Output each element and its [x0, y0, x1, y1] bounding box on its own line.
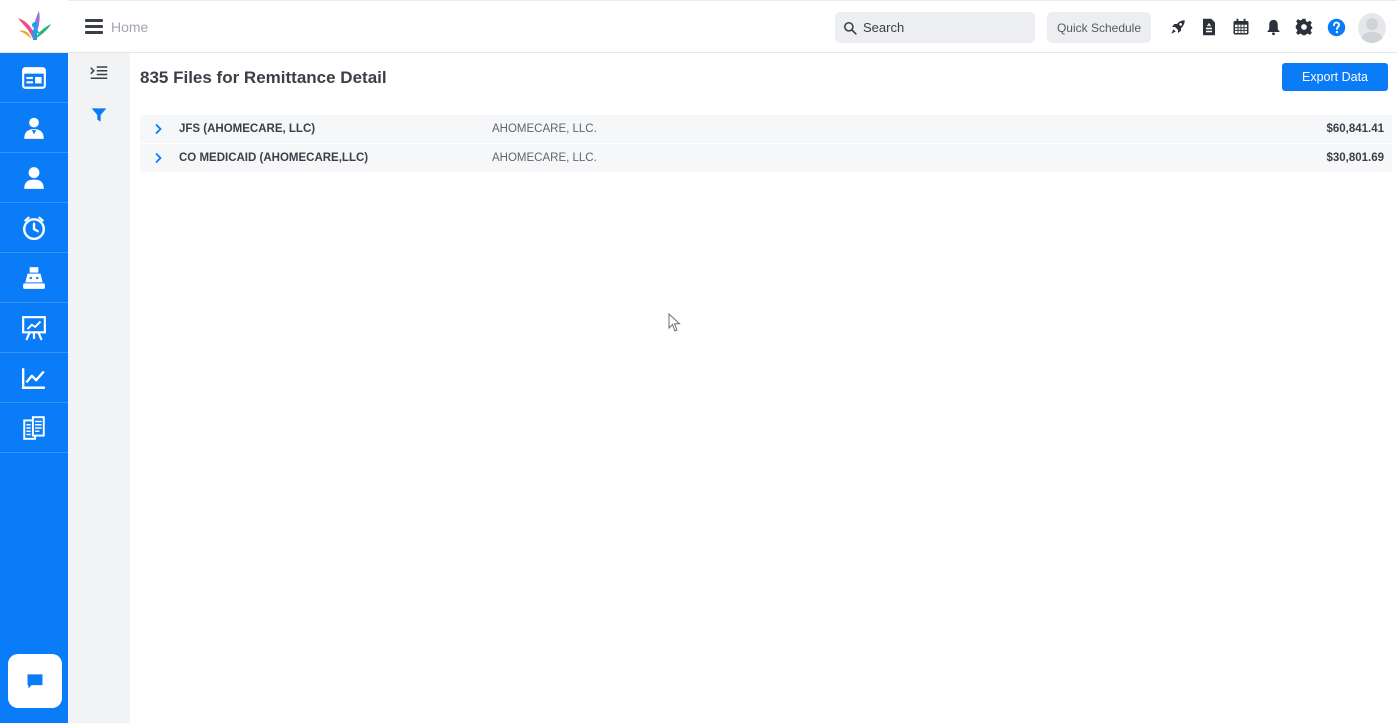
organization-name: AHOMECARE, LLC. — [492, 123, 597, 135]
top-bar: Home Quick Schedule — [68, 0, 1397, 53]
remittance-amount: $60,841.41 — [1326, 123, 1384, 135]
presentation-icon — [22, 315, 46, 340]
organization-name: AHOMECARE, LLC. — [492, 152, 597, 164]
remittance-list: JFS (AHOMECARE, LLC) AHOMECARE, LLC. $60… — [140, 115, 1392, 173]
chevron-right-icon[interactable] — [152, 123, 164, 135]
caregiver-icon — [24, 117, 44, 139]
sidebar-item-analytics[interactable] — [0, 353, 68, 403]
payer-name: CO MEDICAID (AHOMECARE,LLC) — [179, 152, 369, 164]
app-logo[interactable] — [0, 0, 68, 53]
sidebar-item-billing[interactable] — [0, 253, 68, 303]
notifications-button[interactable] — [1263, 17, 1283, 37]
document-button[interactable] — [1199, 17, 1219, 37]
indent-icon — [90, 66, 108, 79]
rocket-icon — [1171, 20, 1185, 34]
breadcrumb-home[interactable]: Home — [111, 19, 148, 35]
bell-icon — [1266, 19, 1280, 36]
avatar-icon — [1361, 18, 1383, 43]
chat-icon — [27, 674, 43, 689]
search-box[interactable] — [835, 12, 1035, 43]
sidebar-item-clients[interactable] — [0, 153, 68, 203]
user-avatar[interactable] — [1358, 13, 1386, 43]
export-data-button[interactable]: Export Data — [1282, 63, 1388, 91]
clock-icon — [23, 216, 45, 240]
payer-name: JFS (AHOMECARE, LLC) — [179, 123, 316, 135]
calendar-icon — [1233, 18, 1249, 35]
rocket-button[interactable] — [1168, 17, 1188, 37]
collapse-panel-button[interactable] — [89, 63, 109, 83]
analytics-icon — [21, 367, 45, 389]
client-icon — [24, 166, 44, 189]
help-icon — [1327, 18, 1345, 36]
dashboard-icon — [22, 66, 46, 89]
page-title: 835 Files for Remittance Detail — [140, 68, 387, 87]
quick-schedule-button[interactable]: Quick Schedule — [1047, 12, 1151, 43]
calendar-button[interactable] — [1231, 17, 1251, 37]
chat-button[interactable] — [8, 654, 62, 708]
billing-icon — [23, 266, 45, 289]
reports-icon — [23, 415, 45, 440]
help-button[interactable] — [1326, 17, 1346, 37]
remittance-row[interactable]: CO MEDICAID (AHOMECARE,LLC) AHOMECARE, L… — [140, 144, 1392, 173]
chevron-right-icon[interactable] — [152, 152, 164, 164]
remittance-amount: $30,801.69 — [1326, 152, 1384, 164]
search-icon — [843, 21, 857, 35]
mouse-cursor-icon — [668, 313, 681, 332]
sidebar-item-presentation[interactable] — [0, 303, 68, 353]
filter-button[interactable] — [89, 105, 109, 125]
remittance-row[interactable]: JFS (AHOMECARE, LLC) AHOMECARE, LLC. $60… — [140, 115, 1392, 144]
sidebar-item-dashboard[interactable] — [0, 53, 68, 103]
sidebar-item-caregivers[interactable] — [0, 103, 68, 153]
filter-icon — [91, 108, 107, 122]
search-input[interactable] — [863, 20, 1023, 35]
gear-icon — [1295, 18, 1313, 36]
menu-toggle-icon[interactable] — [85, 19, 103, 35]
left-nav-rail — [0, 0, 68, 723]
logo-icon — [18, 11, 51, 40]
document-icon — [1203, 18, 1215, 36]
sidebar-item-reports[interactable] — [0, 403, 68, 453]
secondary-toolbar — [68, 53, 130, 723]
settings-button[interactable] — [1294, 17, 1314, 37]
sidebar-item-time[interactable] — [0, 203, 68, 253]
